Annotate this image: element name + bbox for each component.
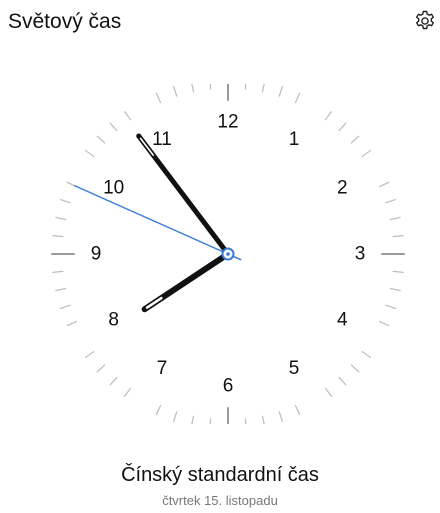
dial-numeral-6: 6 xyxy=(223,376,234,397)
minute-hand xyxy=(136,133,231,257)
clock-center-hub xyxy=(221,247,235,261)
minute-tick xyxy=(389,287,401,292)
dial-numeral-5: 5 xyxy=(289,358,300,379)
minute-tick xyxy=(379,181,390,188)
dial-numeral-3: 3 xyxy=(355,244,366,265)
minute-tick xyxy=(389,216,401,221)
minute-tick xyxy=(324,111,333,121)
minute-tick xyxy=(379,320,390,327)
minute-tick xyxy=(294,92,301,103)
minute-tick xyxy=(209,84,212,90)
minute-tick xyxy=(361,149,371,158)
minute-tick xyxy=(209,418,212,424)
dial-numeral-11: 11 xyxy=(152,129,172,150)
app-bar: Světový čas xyxy=(0,0,440,44)
minute-tick xyxy=(60,304,71,309)
minute-tick xyxy=(261,84,265,93)
minute-tick xyxy=(361,350,371,359)
analog-clock: 12 1 2 3 4 5 6 7 8 9 10 11 xyxy=(50,84,406,424)
minute-tick xyxy=(324,387,333,397)
minute-tick xyxy=(66,320,77,327)
page-title: Světový čas xyxy=(8,10,122,33)
minute-tick xyxy=(109,376,118,386)
minute-tick xyxy=(244,418,247,424)
minute-tick xyxy=(261,415,265,424)
minute-tick xyxy=(52,270,64,273)
clock-face: 121234567891011 xyxy=(51,84,405,424)
minute-tick xyxy=(350,135,360,144)
minute-tick xyxy=(278,411,283,422)
minute-tick xyxy=(385,304,396,309)
minute-tick xyxy=(244,84,247,90)
dial-numeral-2: 2 xyxy=(337,178,348,199)
minute-tick xyxy=(338,376,347,386)
time-zone-name: Čínský standardní čas xyxy=(121,464,319,486)
minute-tick xyxy=(123,387,132,397)
minute-tick xyxy=(338,122,347,132)
date-label: čtvrtek 15. listopadu xyxy=(162,493,278,508)
minute-tick xyxy=(109,122,118,132)
minute-tick xyxy=(191,84,195,93)
minute-tick xyxy=(55,287,67,292)
dial-numeral-4: 4 xyxy=(337,310,348,331)
minute-tick xyxy=(385,199,396,204)
gear-icon xyxy=(416,10,434,30)
minute-tick xyxy=(155,405,162,416)
dial-numeral-12: 12 xyxy=(217,112,238,133)
minute-tick xyxy=(55,216,67,221)
minute-tick xyxy=(85,350,95,359)
hour-hand xyxy=(141,251,231,313)
minute-tick xyxy=(350,364,360,373)
minute-tick xyxy=(96,364,106,373)
minute-tick xyxy=(392,270,404,273)
minute-tick xyxy=(173,86,178,97)
minute-tick xyxy=(278,86,283,97)
settings-button[interactable] xyxy=(410,6,440,36)
dial-numeral-10: 10 xyxy=(103,178,124,199)
minute-tick xyxy=(52,235,64,238)
minute-tick xyxy=(85,149,95,158)
minute-tick xyxy=(294,405,301,416)
minute-tick xyxy=(392,235,404,238)
minute-tick xyxy=(191,415,195,424)
minute-tick xyxy=(60,199,71,204)
dial-numeral-1: 1 xyxy=(289,129,300,150)
dial-numeral-7: 7 xyxy=(157,358,168,379)
dial-numeral-9: 9 xyxy=(91,244,102,265)
minute-tick xyxy=(173,411,178,422)
minute-tick xyxy=(96,135,106,144)
minute-tick xyxy=(123,111,132,121)
minute-tick xyxy=(155,92,162,103)
clock-hands xyxy=(73,133,242,313)
dial-numeral-8: 8 xyxy=(108,310,119,331)
